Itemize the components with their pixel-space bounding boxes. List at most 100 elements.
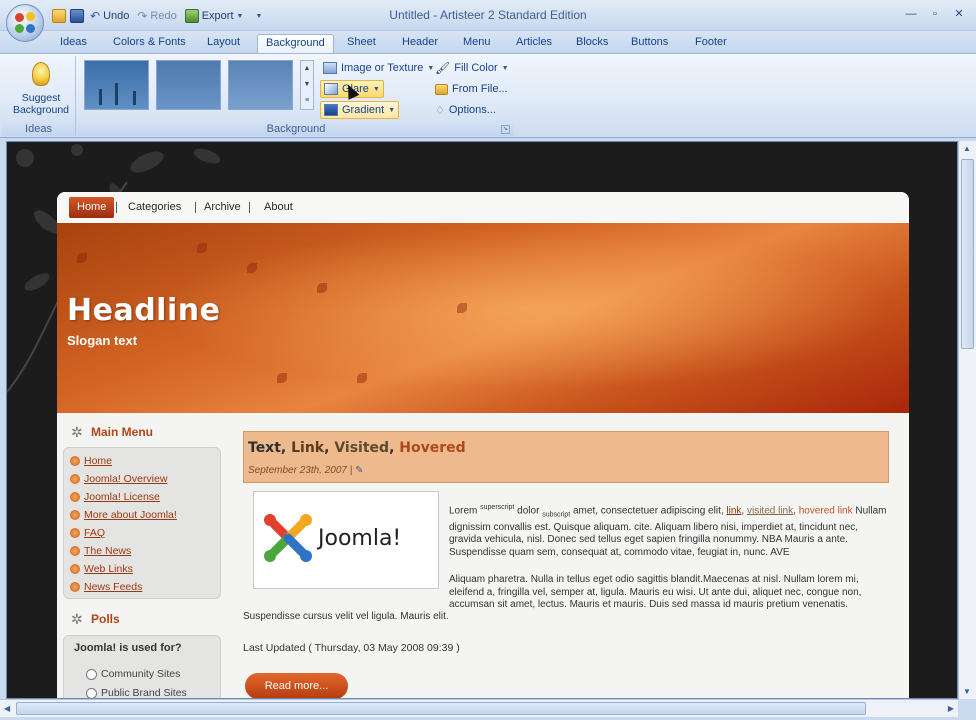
ribbon: Suggest Background Ideas Background ▲ ▼ …	[0, 53, 976, 138]
radio-icon[interactable]	[86, 668, 97, 680]
main-menu-title: ✲ Main Menu	[71, 422, 153, 442]
fill-color-label: Fill Color	[454, 62, 498, 74]
tab-articles[interactable]: Articles	[508, 34, 560, 53]
image-texture-label: Image or Texture	[341, 62, 424, 74]
fill-color-button[interactable]: 🖌 Fill Color ▼	[432, 59, 512, 77]
menu-item-news[interactable]: The News	[70, 543, 131, 559]
nav-archive[interactable]: Archive	[196, 197, 249, 218]
minimize-icon[interactable]: —	[902, 6, 920, 22]
menu-item-license[interactable]: Joomla! License	[70, 489, 160, 505]
logo-dot-red	[15, 13, 24, 22]
leaf-decoration	[247, 263, 257, 273]
header-banner: Headline Slogan text	[57, 223, 909, 413]
nav-about[interactable]: About	[256, 197, 301, 218]
last-updated: Last Updated ( Thursday, 03 May 2008 09:…	[243, 642, 460, 654]
app-menu-button[interactable]	[6, 4, 44, 42]
star-icon: ✲	[71, 424, 83, 440]
joomla-logo-text: Joomla!	[318, 526, 402, 551]
nav-home[interactable]: Home	[69, 197, 115, 218]
tab-header[interactable]: Header	[394, 34, 446, 53]
dialog-launcher-icon[interactable]: ↘	[501, 125, 510, 134]
tab-footer[interactable]: Footer	[687, 34, 735, 53]
scroll-up-icon[interactable]: ▲	[301, 61, 313, 77]
bullet-icon	[70, 474, 80, 484]
menu-item-faq[interactable]: FAQ	[70, 525, 105, 541]
poll-option[interactable]: Community Sites	[86, 666, 180, 682]
menu-item-label: Web Links	[84, 563, 133, 575]
horizontal-scrollbar[interactable]: ◀ ▶	[0, 699, 958, 717]
nav-separator	[249, 202, 250, 213]
lightbulb-icon	[32, 62, 50, 86]
menu-item-overview[interactable]: Joomla! Overview	[70, 471, 167, 487]
gradient-button[interactable]: Gradient ▼	[320, 101, 400, 119]
p1-hovered-link[interactable]: hovered link	[799, 505, 853, 516]
tab-sheet[interactable]: Sheet	[339, 34, 384, 53]
menu-item-label: News Feeds	[84, 581, 143, 593]
post-paragraph-1: Lorem superscript dolor subscript amet, …	[449, 504, 887, 558]
post-title-hovered[interactable]: Hovered	[399, 440, 465, 456]
suggest-background-button[interactable]: Suggest Background	[8, 60, 74, 116]
tab-ideas[interactable]: Ideas	[52, 34, 95, 53]
options-label: Options...	[448, 104, 496, 116]
thumbnail-scroller[interactable]: ▲ ▼ ≡	[300, 60, 314, 110]
scroll-down-icon[interactable]: ▼	[301, 77, 313, 93]
p1-text: dolor	[517, 505, 540, 517]
p1-text: amet, consectetuer adipiscing elit,	[572, 505, 724, 517]
scroll-right-icon[interactable]: ▶	[948, 704, 954, 713]
tab-blocks[interactable]: Blocks	[568, 34, 616, 53]
close-icon[interactable]: ✕	[950, 6, 968, 22]
p1-subscript: subscript	[542, 511, 571, 519]
p1-visited-link[interactable]: visited link	[747, 505, 793, 516]
menu-item-news-feeds[interactable]: News Feeds	[70, 579, 142, 595]
paint-bucket-icon: 🖌	[435, 61, 451, 75]
nav-categories[interactable]: Categories	[120, 197, 189, 218]
ideas-group-label: Ideas	[2, 122, 75, 136]
p1-link[interactable]: link	[726, 505, 741, 516]
post-header: Text, Link, Visited, Hovered September 2…	[243, 431, 889, 483]
from-file-button[interactable]: From File...	[432, 80, 511, 98]
palm-icon	[99, 89, 102, 105]
poll-option[interactable]: Public Brand Sites	[86, 685, 187, 698]
post-title-visited[interactable]: Visited	[334, 440, 389, 456]
options-button[interactable]: ♢ Options...	[432, 101, 499, 119]
horizontal-scroll-thumb[interactable]	[16, 702, 866, 715]
menu-item-home[interactable]: Home	[70, 453, 112, 469]
menu-item-label: Joomla! Overview	[84, 473, 168, 485]
menu-item-label: The News	[84, 545, 132, 557]
tab-menu[interactable]: Menu	[455, 34, 499, 53]
poll-question: Joomla! is used for?	[74, 642, 182, 654]
tab-layout[interactable]: Layout	[199, 34, 248, 53]
from-file-label: From File...	[452, 83, 508, 95]
post-title-link[interactable]: Link	[291, 440, 324, 456]
nav-separator	[116, 202, 117, 213]
menu-item-label: Home	[84, 455, 113, 467]
background-thumbnail-plain[interactable]	[156, 60, 221, 110]
bullet-icon	[70, 456, 80, 466]
background-thumbnail-palms[interactable]	[84, 60, 149, 110]
menu-item-web-links[interactable]: Web Links	[70, 561, 133, 577]
post-date-text: September 23th, 2007 |	[248, 465, 353, 476]
leaf-decoration	[277, 373, 287, 383]
suggest-label-line1: Suggest	[21, 92, 61, 104]
bullet-icon	[70, 546, 80, 556]
vertical-scroll-thumb[interactable]	[961, 159, 974, 349]
edit-icon[interactable]: ✎	[355, 465, 363, 476]
radio-icon[interactable]	[86, 687, 97, 698]
tab-buttons[interactable]: Buttons	[623, 34, 676, 53]
scroll-left-icon[interactable]: ◀	[4, 704, 10, 713]
menu-item-more-about[interactable]: More about Joomla!	[70, 507, 177, 523]
background-thumbnail-bubbles[interactable]	[228, 60, 293, 110]
expand-gallery-icon[interactable]: ≡	[301, 93, 313, 109]
scroll-down-icon[interactable]: ▼	[963, 687, 971, 696]
tab-colors-fonts[interactable]: Colors & Fonts	[105, 34, 194, 53]
image-texture-button[interactable]: Image or Texture ▼	[320, 59, 437, 77]
leaf-decoration	[357, 373, 367, 383]
joomla-logo-box: Joomla!	[253, 491, 439, 589]
scroll-up-icon[interactable]: ▲	[963, 144, 971, 153]
post-paragraph-2: Aliquam pharetra. Nulla in tellus eget o…	[449, 574, 862, 610]
maximize-icon[interactable]: ▫	[926, 6, 944, 22]
read-more-button[interactable]: Read more...	[245, 673, 348, 698]
vertical-scrollbar[interactable]: ▲ ▼	[958, 141, 976, 699]
post-title: Text, Link, Visited, Hovered	[248, 440, 466, 456]
tab-background[interactable]: Background	[257, 34, 334, 53]
